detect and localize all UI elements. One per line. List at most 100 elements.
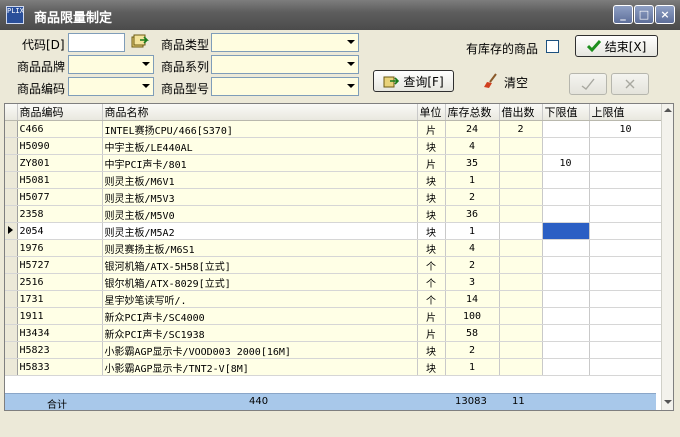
cell-name[interactable]: 则灵主板/M5V0 bbox=[102, 205, 418, 223]
cell-upper[interactable] bbox=[589, 205, 663, 223]
row-indicator[interactable] bbox=[5, 137, 18, 155]
row-indicator[interactable] bbox=[5, 120, 18, 138]
cell-stock[interactable]: 1 bbox=[445, 222, 500, 240]
table-row[interactable]: H5727 银河机箱/ATX-5H58[立式] 个 2 bbox=[5, 256, 663, 274]
cell-code[interactable]: 1976 bbox=[17, 239, 103, 257]
cell-upper[interactable] bbox=[589, 324, 663, 342]
cell-code[interactable]: 2358 bbox=[17, 205, 103, 223]
cell-name[interactable]: 小影霸AGP显示卡/TNT2-V[8M] bbox=[102, 358, 418, 376]
cell-upper[interactable] bbox=[589, 273, 663, 291]
cell-stock[interactable]: 3 bbox=[445, 273, 500, 291]
cell-lower[interactable]: 10 bbox=[542, 154, 590, 172]
pick-product-icon[interactable] bbox=[131, 33, 149, 49]
row-indicator[interactable] bbox=[5, 188, 18, 206]
col-header-stock[interactable]: 库存总数 bbox=[445, 104, 500, 121]
cell-name[interactable]: 中宇主板/LE440AL bbox=[102, 137, 418, 155]
row-indicator[interactable] bbox=[5, 290, 18, 308]
cell-unit[interactable]: 片 bbox=[417, 154, 446, 172]
col-header-name[interactable]: 商品名称 bbox=[102, 104, 418, 121]
cell-lent[interactable] bbox=[499, 171, 543, 189]
cell-stock[interactable]: 4 bbox=[445, 137, 500, 155]
cell-unit[interactable]: 块 bbox=[417, 222, 446, 240]
cell-upper[interactable] bbox=[589, 256, 663, 274]
cell-lower[interactable] bbox=[542, 341, 590, 359]
cell-unit[interactable]: 片 bbox=[417, 307, 446, 325]
minimize-button[interactable]: _ bbox=[613, 5, 633, 24]
model-select[interactable] bbox=[211, 77, 359, 96]
cell-code[interactable]: 1911 bbox=[17, 307, 103, 325]
row-indicator[interactable] bbox=[5, 307, 18, 325]
cell-upper[interactable] bbox=[589, 290, 663, 308]
row-indicator[interactable] bbox=[5, 358, 18, 376]
cell-lower[interactable] bbox=[542, 120, 590, 138]
row-indicator[interactable] bbox=[5, 341, 18, 359]
cell-unit[interactable]: 块 bbox=[417, 188, 446, 206]
cell-stock[interactable]: 24 bbox=[445, 120, 500, 138]
row-indicator[interactable] bbox=[5, 205, 18, 223]
cell-lower[interactable] bbox=[542, 256, 590, 274]
cancel-button[interactable] bbox=[611, 73, 649, 95]
cell-code[interactable]: 2516 bbox=[17, 273, 103, 291]
cell-stock[interactable]: 1 bbox=[445, 171, 500, 189]
table-row[interactable]: 1976 则灵赛扬主板/M6S1 块 4 bbox=[5, 239, 663, 257]
cell-lent[interactable] bbox=[499, 307, 543, 325]
table-row[interactable]: 2516 银尔机箱/ATX-8029[立式] 个 3 bbox=[5, 273, 663, 291]
cell-unit[interactable]: 个 bbox=[417, 256, 446, 274]
col-header-lent[interactable]: 借出数 bbox=[499, 104, 543, 121]
cell-unit[interactable]: 块 bbox=[417, 171, 446, 189]
table-row[interactable]: ZY801 中宇PCI声卡/801 片 35 10 bbox=[5, 154, 663, 172]
cell-lower[interactable] bbox=[542, 324, 590, 342]
series-select[interactable] bbox=[211, 55, 359, 74]
row-indicator[interactable] bbox=[5, 273, 18, 291]
row-indicator[interactable] bbox=[5, 239, 18, 257]
cell-name[interactable]: 星宇妙笔读写听/. bbox=[102, 290, 418, 308]
cell-lower[interactable] bbox=[542, 358, 590, 376]
cell-stock[interactable]: 36 bbox=[445, 205, 500, 223]
row-indicator[interactable] bbox=[5, 324, 18, 342]
maximize-button[interactable]: □ bbox=[634, 5, 654, 24]
table-row[interactable]: 2358 则灵主板/M5V0 块 36 bbox=[5, 205, 663, 223]
table-row[interactable]: H5077 则灵主板/M5V3 块 2 bbox=[5, 188, 663, 206]
cell-code[interactable]: C466 bbox=[17, 120, 103, 138]
cell-upper[interactable] bbox=[589, 171, 663, 189]
cell-stock[interactable]: 14 bbox=[445, 290, 500, 308]
cell-code[interactable]: H5823 bbox=[17, 341, 103, 359]
cell-name[interactable]: 小影霸AGP显示卡/VOOD003 2000[16M] bbox=[102, 341, 418, 359]
cell-lower[interactable] bbox=[542, 137, 590, 155]
row-indicator[interactable] bbox=[5, 171, 18, 189]
edit-button[interactable] bbox=[569, 73, 607, 95]
cell-stock[interactable]: 4 bbox=[445, 239, 500, 257]
cell-stock[interactable]: 2 bbox=[445, 188, 500, 206]
type-select[interactable] bbox=[211, 33, 359, 52]
cell-lent[interactable] bbox=[499, 273, 543, 291]
table-row[interactable]: H5823 小影霸AGP显示卡/VOOD003 2000[16M] 块 2 bbox=[5, 341, 663, 359]
cell-lent[interactable] bbox=[499, 222, 543, 240]
instock-checkbox[interactable] bbox=[546, 40, 559, 53]
cell-code[interactable]: H5833 bbox=[17, 358, 103, 376]
table-row[interactable]: 1911 新众PCI声卡/SC4000 片 100 bbox=[5, 307, 663, 325]
col-header-upper[interactable]: 上限值 bbox=[589, 104, 663, 121]
cell-lent[interactable] bbox=[499, 290, 543, 308]
cell-lower[interactable] bbox=[542, 307, 590, 325]
cell-name[interactable]: 则灵赛扬主板/M6S1 bbox=[102, 239, 418, 257]
cell-name[interactable]: 银河机箱/ATX-5H58[立式] bbox=[102, 256, 418, 274]
cell-lent[interactable] bbox=[499, 358, 543, 376]
cell-lent[interactable] bbox=[499, 154, 543, 172]
cell-stock[interactable]: 2 bbox=[445, 256, 500, 274]
table-row[interactable]: H3434 新众PCI声卡/SC1938 片 58 bbox=[5, 324, 663, 342]
cell-lower[interactable] bbox=[542, 290, 590, 308]
cell-lower[interactable] bbox=[542, 239, 590, 257]
cell-name[interactable]: 新众PCI声卡/SC4000 bbox=[102, 307, 418, 325]
row-indicator[interactable] bbox=[5, 154, 18, 172]
cell-lent[interactable] bbox=[499, 188, 543, 206]
table-row[interactable]: H5081 则灵主板/M6V1 块 1 bbox=[5, 171, 663, 189]
cell-code[interactable]: H5077 bbox=[17, 188, 103, 206]
clear-button[interactable]: 清空 bbox=[483, 72, 543, 92]
cell-code[interactable]: H3434 bbox=[17, 324, 103, 342]
cell-code[interactable]: 1731 bbox=[17, 290, 103, 308]
cell-lower[interactable] bbox=[542, 188, 590, 206]
scroll-down-icon[interactable] bbox=[664, 400, 672, 404]
table-row[interactable]: C466 INTEL赛扬CPU/466[S370] 片 24 2 10 bbox=[5, 120, 663, 138]
col-header-unit[interactable]: 单位 bbox=[417, 104, 446, 121]
cell-lent[interactable] bbox=[499, 239, 543, 257]
